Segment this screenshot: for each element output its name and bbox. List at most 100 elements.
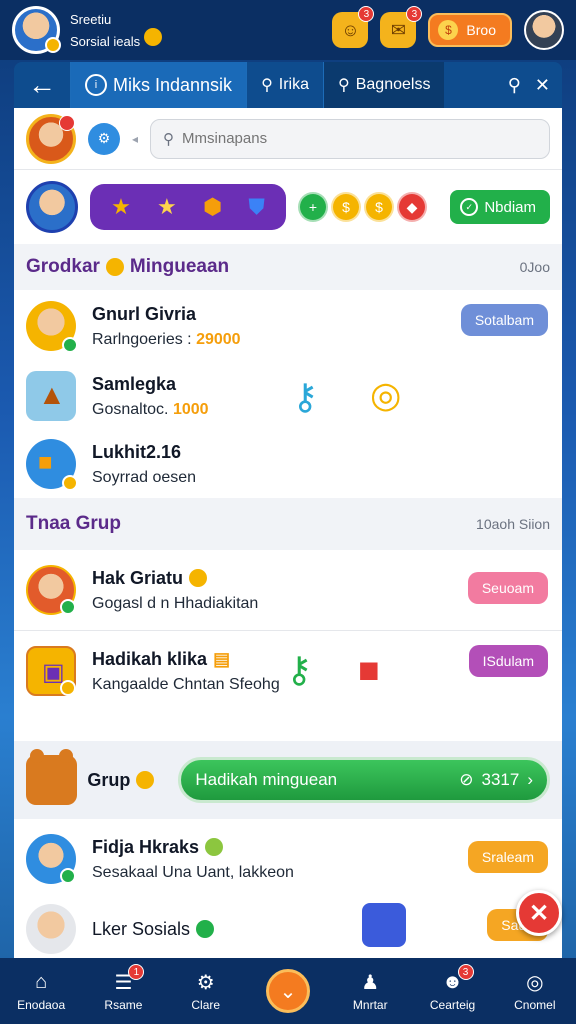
item-action-button[interactable]: ISdulam	[468, 645, 548, 677]
list-item[interactable]: Lker Sosials Sauo	[14, 899, 562, 958]
section-header: Tnaa Grup 10aoh Siion	[14, 498, 562, 550]
cards-icon: ▤	[213, 648, 231, 669]
main-panel: ⚙ ◂ ⚲ ★ ★ ⬢ ⛊ + $ $ ◆ ✓Nbdiam Grodkar Mi…	[14, 108, 562, 958]
badge-collection[interactable]: ★ ★ ⬢ ⛊	[90, 184, 286, 230]
close-icon: ✕	[528, 899, 550, 927]
nav-home[interactable]: ⌂ Enodaoa	[6, 970, 76, 1013]
coin-group: + $ $ ◆	[298, 192, 427, 222]
item-subtitle: Kangaalde Chntan Sfeohg	[92, 675, 280, 693]
list-item[interactable]: ▣ Hadikah klika ▤ Kangaalde Chntan Sfeohg…	[14, 631, 562, 711]
item-name: Hak Griatu	[92, 568, 258, 589]
item-avatar	[26, 301, 78, 353]
section-meta: 0Joo	[519, 259, 550, 275]
search-icon: ⚲	[338, 77, 350, 94]
tab-bagnoelss[interactable]: ⚲ Bagnoelss	[323, 62, 445, 108]
nav-center[interactable]: ⌄	[253, 969, 323, 1013]
item-avatar	[26, 565, 76, 615]
profile-avatar[interactable]	[524, 10, 564, 50]
search-icon: ⚲	[163, 130, 175, 148]
coin-stack-icon: ◎	[370, 374, 402, 415]
search-row: ⚙ ◂ ⚲	[14, 108, 562, 170]
coin-badge-icon	[60, 680, 76, 696]
section-header: Grodkar Mingueaan 0Joo	[14, 244, 562, 290]
hexagon-icon: ⬢	[202, 194, 223, 219]
coin-icon	[189, 569, 208, 587]
notification-badge: 3	[457, 964, 474, 980]
online-badge-icon	[62, 337, 78, 353]
item-avatar: ▣	[26, 646, 76, 696]
item-name: Lukhit2.16	[92, 441, 182, 462]
item-avatar	[26, 904, 76, 954]
player-avatar[interactable]	[26, 181, 78, 233]
list-item[interactable]: ▲ Samlegka Gosnaltoc. 1000 ⚷ ◎	[14, 362, 562, 430]
nav-cnomel[interactable]: ◎ Cnomel	[500, 970, 570, 1013]
gem-icon: ◆	[397, 192, 427, 222]
nav-mnrtar[interactable]: ♟ Mnrtar	[335, 970, 405, 1013]
check-icon: ⊘	[459, 770, 474, 789]
item-action-button[interactable]: Sraleam	[467, 841, 548, 873]
coin-icon	[205, 838, 224, 856]
filter-icon[interactable]: ⚙	[88, 122, 120, 155]
badge-star-icon: ★	[111, 194, 131, 219]
item-name: Samlegka	[92, 373, 177, 394]
game-thumbnail[interactable]	[362, 903, 406, 947]
item-subtitle: Gosnaltoc. 1000	[92, 400, 209, 418]
list-item[interactable]: Gnurl Givria Rarlngoeries : 29000 Sotalb…	[14, 290, 562, 362]
grup-label: Grup	[87, 770, 155, 791]
chevron-down-icon: ⌄	[265, 969, 310, 1013]
item-action-button[interactable]: Sotalbam	[460, 304, 548, 336]
info-icon: i	[85, 74, 107, 96]
key-icon: ⚷	[286, 649, 313, 690]
section-title: Grodkar Mingueaan	[26, 256, 230, 277]
section-title: Tnaa Grup	[26, 513, 122, 534]
close-fab-button[interactable]: ✕	[516, 890, 562, 936]
badge-action-button[interactable]: ✓ Nbdiam	[450, 190, 550, 224]
item-avatar: ▲	[26, 371, 76, 421]
bell-icon[interactable]: ☺ 3	[332, 6, 375, 48]
user-info: Sreetiu Sorsial ieals	[70, 11, 162, 50]
coin-badge-icon	[45, 37, 61, 53]
star-icon: ★	[157, 194, 177, 219]
list-item[interactable]: ■ Lukhit2.16 Soyrrad oesen	[14, 430, 562, 498]
shield-icon: ⛊	[248, 194, 265, 219]
coin-icon: $	[331, 192, 361, 222]
item-name: Gnurl Givria	[92, 303, 197, 324]
top-bar: Sreetiu Sorsial ieals ☺ 3 ✉ 3 $ Broo	[0, 0, 576, 60]
nav-cearteig[interactable]: ☻ 3 Cearteig	[418, 964, 488, 1012]
search-box[interactable]: ⚲	[150, 118, 550, 159]
user-subtitle: Sorsial ieals	[70, 27, 162, 50]
notification-badge: 3	[406, 6, 423, 22]
item-action-button[interactable]: Seuoam	[467, 572, 548, 604]
group-avatar[interactable]	[26, 113, 76, 164]
tab-main[interactable]: i Miks Indannsik	[70, 62, 247, 108]
close-icon[interactable]: ✕	[535, 75, 550, 96]
item-name: Fidja Hkraks	[92, 837, 294, 858]
item-name: Hadikah klika ▤	[92, 648, 231, 669]
user-avatar[interactable]	[12, 6, 61, 54]
check-icon: ✓	[460, 198, 479, 216]
key-icon: ⚷	[292, 376, 319, 417]
grup-action-button[interactable]: Hadikah minguean ⊘ 3317 ›	[178, 757, 550, 803]
top-action-button[interactable]: $ Broo	[428, 13, 512, 47]
notification-badge	[59, 114, 75, 131]
tab-bar: ← i Miks Indannsik ⚲ Irika ⚲ Bagnoelss ⚲ ✕	[14, 62, 562, 108]
list-item[interactable]: Hak Griatu Gogasl d n Hhadiakitan Seuoam	[14, 550, 562, 630]
badge-row: ★ ★ ⬢ ⛊ + $ $ ◆ ✓ Nbdiam	[14, 170, 562, 244]
coin-icon	[105, 258, 124, 276]
search-input[interactable]	[182, 130, 537, 147]
online-badge-icon	[60, 868, 76, 884]
plus-coin-icon: +	[298, 192, 328, 222]
notification-badge: 1	[128, 964, 145, 980]
list-item[interactable]: Fidja Hkraks Sesakaal Una Uant, lakkeon …	[14, 819, 562, 899]
gear-icon: ⚙	[196, 971, 215, 994]
nav-clare[interactable]: ⚙ Clare	[171, 970, 241, 1013]
mail-icon[interactable]: ✉ 3	[380, 6, 423, 48]
bear-icon	[26, 749, 78, 805]
tab-irika[interactable]: ⚲ Irika	[246, 62, 323, 108]
search-icon[interactable]: ⚲	[508, 75, 521, 96]
section-meta: 10aoh Siion	[476, 516, 550, 532]
nav-rsame[interactable]: ☰ 1 Rsame	[88, 964, 158, 1012]
back-arrow-icon[interactable]: ←	[14, 62, 70, 108]
item-name: Lker Sosials	[92, 919, 215, 940]
